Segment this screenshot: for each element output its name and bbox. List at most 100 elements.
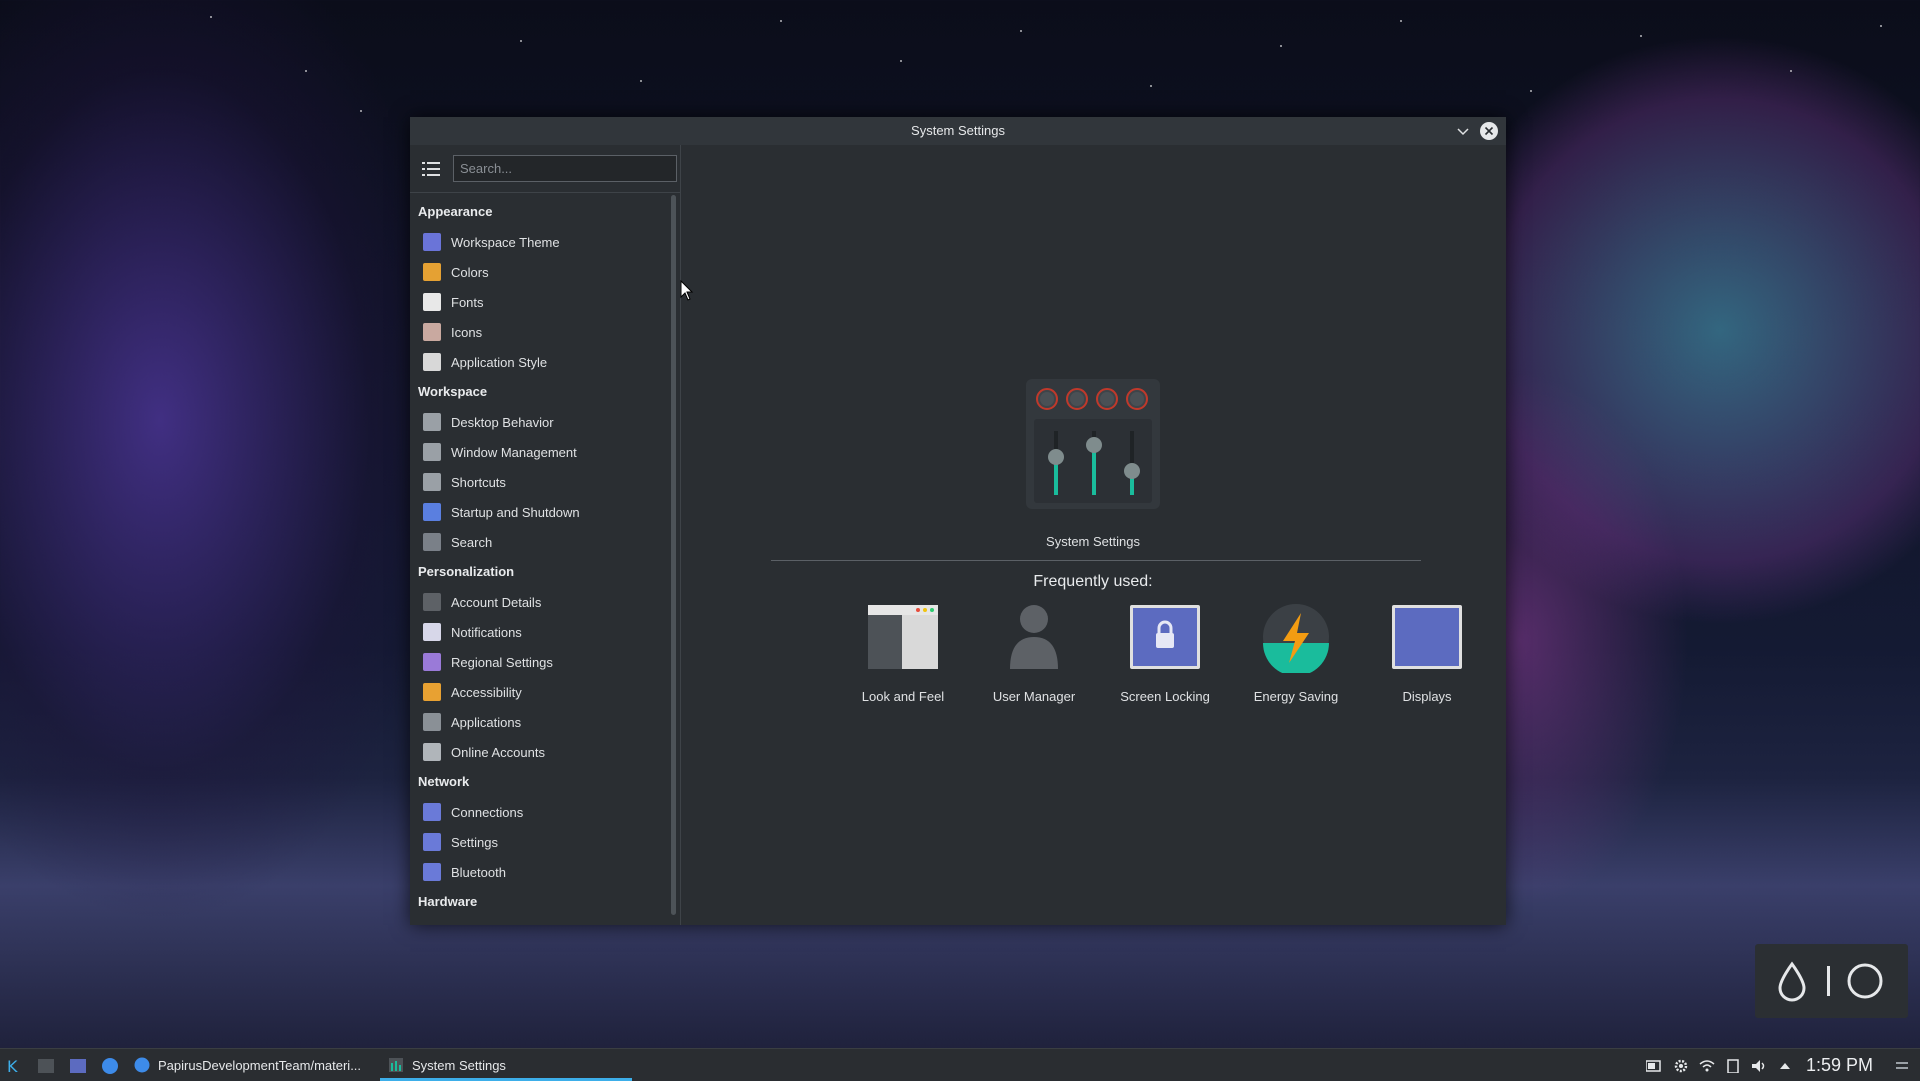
sidebar-item-workspace-theme[interactable]: Workspace Theme [410, 227, 670, 257]
close-icon [1484, 126, 1494, 136]
volume-icon[interactable] [1751, 1059, 1767, 1073]
sidebar-item-label: Online Accounts [451, 744, 545, 760]
clock[interactable]: 1:59 PM [1806, 1055, 1873, 1076]
app-name-label: System Settings [1046, 534, 1140, 549]
task-browser[interactable]: PapirusDevelopmentTeam/materi... [134, 1049, 361, 1081]
shortcuts-icon [423, 473, 441, 491]
app-launcher-icon[interactable]: K [6, 1057, 24, 1075]
sidebar-item-label: Account Details [451, 594, 542, 610]
sidebar-item-desktop-behavior[interactable]: Desktop Behavior [410, 407, 670, 437]
sidebar-item-label: Window Management [451, 444, 577, 460]
screen-locking-icon [1128, 603, 1202, 673]
search-icon [423, 533, 441, 551]
sidebar-item-label: Fonts [451, 294, 484, 310]
battery-icon[interactable] [1646, 1059, 1662, 1073]
tile-displays[interactable]: Displays [1362, 603, 1492, 704]
sidebar-item-startup-and-shutdown[interactable]: Startup and Shutdown [410, 497, 670, 527]
sidebar-item-label: Bluetooth [451, 864, 506, 880]
taskbar: K PapirusDevelopmentTeam/materi... Syste… [0, 1048, 1920, 1081]
sidebar-item-colors[interactable]: Colors [410, 257, 670, 287]
category-header: Workspace [418, 384, 488, 399]
colors-icon [423, 263, 441, 281]
tile-energy-saving[interactable]: Energy Saving [1231, 603, 1361, 704]
mouse-cursor-icon [680, 280, 694, 301]
sidebar-item-search[interactable]: Search [410, 527, 670, 557]
sidebar-item-label: Application Style [451, 354, 548, 370]
sidebar-item-application-style[interactable]: Application Style [410, 347, 670, 377]
sidebar-item-regional-settings[interactable]: Regional Settings [410, 647, 670, 677]
sidebar-item-label: Accessibility [451, 684, 522, 700]
sidebar: Appearance Workspace Theme Colors Fonts Icon… [410, 145, 681, 925]
tile-user-manager[interactable]: User Manager [969, 603, 1099, 704]
task-system-settings[interactable]: System Settings [388, 1049, 506, 1081]
sidebar-scrollbar[interactable] [671, 195, 676, 915]
sidebar-item-accessibility[interactable]: Accessibility [410, 677, 670, 707]
system-settings-window: System Settings Appearance Workspace Them… [410, 117, 1506, 925]
icons-icon [423, 323, 441, 341]
sidebar-item-online-accounts[interactable]: Online Accounts [410, 737, 670, 767]
sidebar-item-label: Shortcuts [451, 474, 506, 490]
browser-launcher-icon[interactable] [101, 1057, 119, 1075]
workspace-theme-icon [423, 233, 441, 251]
category-list: Appearance Workspace Theme Colors Fonts Icon… [410, 197, 670, 917]
category-header: Network [418, 774, 470, 789]
online-accounts-icon [423, 743, 441, 761]
svg-text:K: K [7, 1057, 18, 1075]
sidebar-item-shortcuts[interactable]: Shortcuts [410, 467, 670, 497]
minimize-chevron-icon[interactable] [1454, 122, 1472, 140]
sidebar-item-window-management[interactable]: Window Management [410, 437, 670, 467]
system-settings-icon [1026, 379, 1160, 509]
main-content: System Settings Frequently used: Look an… [681, 145, 1506, 925]
sidebar-item-connections[interactable]: Connections [410, 797, 670, 827]
notifications-icon [423, 623, 441, 641]
sidebar-item-label: Colors [451, 264, 489, 280]
close-button[interactable] [1480, 122, 1498, 140]
menu-list-icon[interactable] [422, 160, 442, 178]
displays-icon [1390, 603, 1464, 673]
settings-gear-icon[interactable] [1673, 1059, 1689, 1073]
tile-screen-locking[interactable]: Screen Locking [1100, 603, 1230, 704]
system-settings-icon [389, 1058, 403, 1072]
frequently-used-heading: Frequently used: [1033, 573, 1153, 590]
sidebar-item-notifications[interactable]: Notifications [410, 617, 670, 647]
tray-expand-arrow-icon[interactable] [1777, 1059, 1793, 1073]
energy-saving-icon [1259, 603, 1333, 676]
sidebar-item-applications[interactable]: Applications [410, 707, 670, 737]
account-details-icon [423, 593, 441, 611]
sidebar-item-label: Settings [451, 834, 498, 850]
fonts-icon [423, 293, 441, 311]
show-desktop-icon[interactable] [1894, 1059, 1910, 1073]
connections-icon [423, 803, 441, 821]
sidebar-item-icons[interactable]: Icons [410, 317, 670, 347]
regional-settings-icon [423, 653, 441, 671]
window-management-icon [423, 443, 441, 461]
applications-icon [423, 713, 441, 731]
sidebar-item-bluetooth[interactable]: Bluetooth [410, 857, 670, 887]
network-settings-icon [423, 833, 441, 851]
sidebar-item-label: Startup and Shutdown [451, 504, 580, 520]
divider [771, 560, 1421, 561]
sidebar-item-settings[interactable]: Settings [410, 827, 670, 857]
drop-and-circle-icon [1778, 961, 1883, 1002]
sidebar-item-label: Workspace Theme [451, 234, 560, 250]
sidebar-item-label: Icons [451, 324, 483, 340]
sidebar-item-label: Desktop Behavior [451, 414, 554, 430]
startup-shutdown-icon [423, 503, 441, 521]
terminal-icon[interactable] [37, 1057, 55, 1075]
search-input[interactable] [453, 155, 677, 182]
wifi-icon[interactable] [1699, 1059, 1715, 1073]
file-manager-icon[interactable] [69, 1057, 87, 1075]
clipboard-icon[interactable] [1725, 1059, 1741, 1073]
overlay-widget[interactable] [1755, 944, 1908, 1018]
sidebar-item-label: Applications [451, 714, 522, 730]
accessibility-icon [423, 683, 441, 701]
window-titlebar[interactable]: System Settings [410, 117, 1506, 145]
look-and-feel-icon [866, 603, 940, 673]
tile-look-and-feel[interactable]: Look and Feel [838, 603, 968, 704]
sidebar-item-label: Notifications [451, 624, 522, 640]
window-title: System Settings [911, 123, 1005, 138]
sidebar-item-label: Regional Settings [451, 654, 553, 670]
user-manager-icon [997, 603, 1071, 673]
sidebar-item-account-details[interactable]: Account Details [410, 587, 670, 617]
sidebar-item-fonts[interactable]: Fonts [410, 287, 670, 317]
